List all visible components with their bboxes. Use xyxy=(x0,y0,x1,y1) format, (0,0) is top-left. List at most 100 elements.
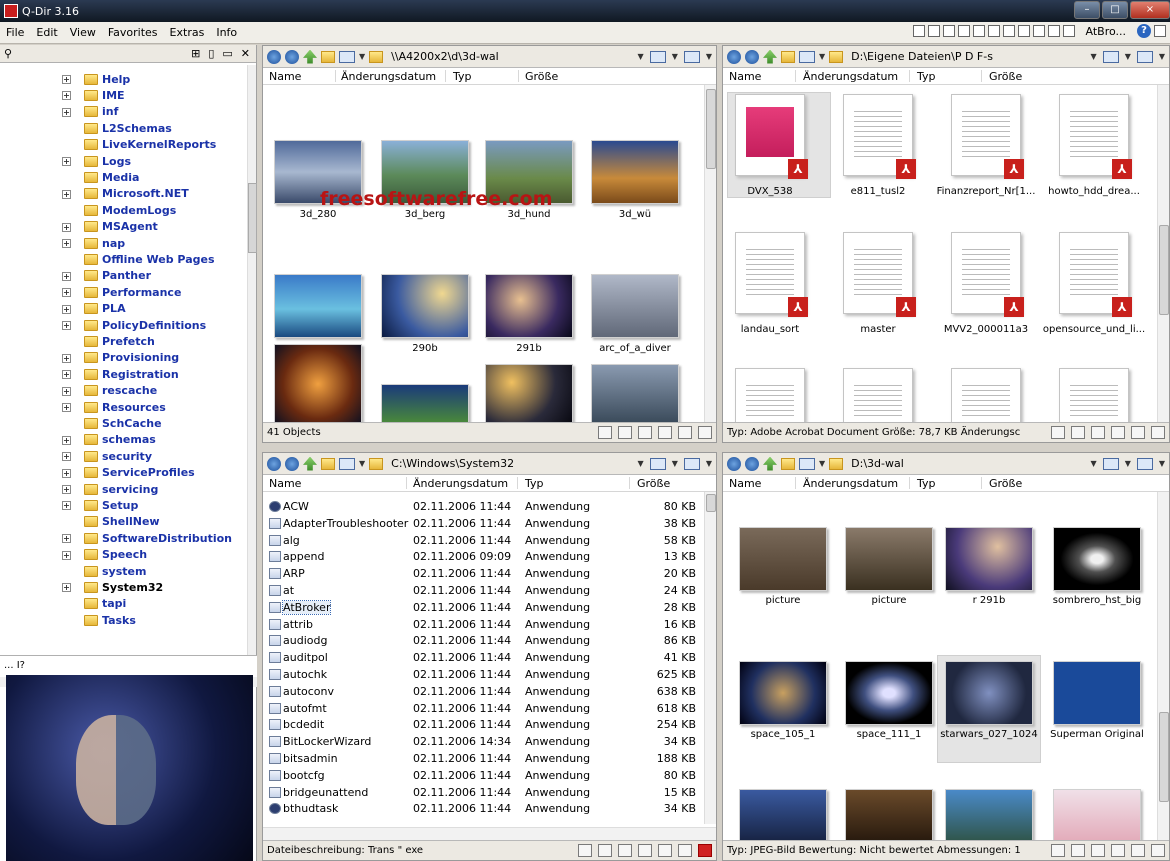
tree-item[interactable]: + Performance xyxy=(62,284,181,300)
refresh-icon[interactable] xyxy=(618,844,632,857)
copy-icon[interactable] xyxy=(658,426,672,439)
image-thumbnail[interactable] xyxy=(591,364,679,424)
cut-icon[interactable] xyxy=(1091,426,1105,439)
display-icon[interactable] xyxy=(649,50,666,63)
back-icon[interactable] xyxy=(727,456,741,471)
back-icon[interactable] xyxy=(267,49,281,64)
view-mode-icon[interactable] xyxy=(339,457,355,470)
tree-item[interactable]: + Microsoft.NET xyxy=(62,186,189,202)
up-icon[interactable] xyxy=(303,49,317,64)
tree-item[interactable]: L2Schemas xyxy=(84,120,172,136)
image-thumbnail[interactable] xyxy=(739,661,827,725)
tree-item[interactable]: + MSAgent xyxy=(62,219,158,235)
image-thumbnail[interactable] xyxy=(274,344,362,424)
forward-icon[interactable] xyxy=(285,456,299,471)
display-icon[interactable] xyxy=(1102,457,1119,470)
up-icon[interactable] xyxy=(303,456,317,471)
expand-icon[interactable]: + xyxy=(62,485,71,494)
tree-item[interactable]: + System32 xyxy=(62,579,163,595)
image-thumbnail[interactable] xyxy=(945,527,1033,591)
address-path[interactable]: C:\Windows\System32 xyxy=(391,457,514,470)
image-thumbnail[interactable] xyxy=(1053,661,1141,725)
pdf-thumbnail[interactable]: ⅄ xyxy=(735,232,808,317)
tree-item[interactable]: + Setup xyxy=(62,497,138,513)
col-size[interactable]: Größe xyxy=(637,477,670,490)
image-thumbnail[interactable] xyxy=(1053,527,1141,591)
file-row[interactable]: autoconv 02.11.2006 11:44 Anwendung 638 KB xyxy=(265,684,702,700)
tree-item[interactable]: Offline Web Pages xyxy=(84,251,215,267)
copy-icon[interactable] xyxy=(1111,844,1125,857)
forward-icon[interactable] xyxy=(745,49,759,64)
layout-icon[interactable] xyxy=(972,25,985,37)
expand-icon[interactable]: + xyxy=(62,583,71,593)
layout-icon[interactable] xyxy=(987,25,1000,37)
tree-item[interactable]: LiveKernelReports xyxy=(84,137,216,153)
expand-icon[interactable]: + xyxy=(62,353,71,363)
new-folder-icon[interactable] xyxy=(321,50,335,63)
layout-icon[interactable] xyxy=(927,25,940,37)
layout-icon[interactable] xyxy=(1017,25,1030,37)
paste-icon[interactable] xyxy=(1131,426,1145,439)
file-row[interactable]: bootcfg 02.11.2006 11:44 Anwendung 80 KB xyxy=(265,768,702,784)
file-row[interactable]: auditpol 02.11.2006 11:44 Anwendung 41 KB xyxy=(265,650,702,666)
layout-icon[interactable] xyxy=(1032,25,1045,37)
sort-up-icon[interactable] xyxy=(578,844,592,857)
tree-item[interactable]: + servicing xyxy=(62,481,158,497)
expand-icon[interactable]: + xyxy=(62,370,71,380)
pane-scrollbar[interactable] xyxy=(704,85,716,424)
image-thumbnail[interactable] xyxy=(591,274,679,338)
pdf-thumbnail[interactable]: ⅄ xyxy=(1059,232,1132,317)
tree-item[interactable]: + ServiceProfiles xyxy=(62,465,195,481)
image-thumbnail[interactable] xyxy=(381,274,469,338)
maximize-button[interactable]: □ xyxy=(1102,1,1128,19)
copy-icon[interactable] xyxy=(658,844,672,857)
copy-icon[interactable] xyxy=(1111,426,1125,439)
tree-item[interactable]: Media xyxy=(84,169,139,185)
expand-icon[interactable]: + xyxy=(62,91,71,101)
file-row[interactable]: bridgeunattend 02.11.2006 11:44 Anwendung 1… xyxy=(265,785,702,801)
layout-icon[interactable] xyxy=(912,25,925,37)
filter-icon[interactable] xyxy=(598,844,612,857)
image-thumbnail[interactable] xyxy=(485,274,573,338)
pdf-thumbnail[interactable] xyxy=(735,368,805,424)
image-thumbnail[interactable] xyxy=(845,661,933,725)
address-path[interactable]: D:\Eigene Dateien\P D F-s xyxy=(851,50,993,63)
tree-item[interactable]: + security xyxy=(62,448,152,464)
tree-item[interactable]: + Logs xyxy=(62,153,131,169)
tree-item[interactable]: ModemLogs xyxy=(84,202,176,218)
pdf-thumbnail[interactable]: ⅄ xyxy=(951,232,1024,317)
file-row[interactable]: bitsadmin 02.11.2006 11:44 Anwendung 188 KB xyxy=(265,751,702,767)
cut-icon[interactable] xyxy=(638,426,652,439)
cut-icon[interactable] xyxy=(1091,844,1105,857)
tree-item[interactable]: + inf xyxy=(62,104,118,120)
file-row[interactable]: bcdedit 02.11.2006 11:44 Anwendung 254 KB xyxy=(265,717,702,733)
tree-window-icon[interactable]: ▭ xyxy=(222,47,232,60)
layout-icon[interactable] xyxy=(942,25,955,37)
file-row[interactable]: AtBroker 02.11.2006 11:44 Anwendung 28 KB xyxy=(265,599,702,616)
expand-icon[interactable]: + xyxy=(62,386,71,396)
tree-item[interactable]: + Panther xyxy=(62,268,151,284)
tree-item[interactable]: tapi xyxy=(84,596,126,612)
close-button[interactable]: × xyxy=(1130,1,1170,19)
properties-icon[interactable] xyxy=(1151,844,1165,857)
settings-icon[interactable] xyxy=(1154,25,1166,37)
properties-icon[interactable] xyxy=(698,426,712,439)
expand-icon[interactable]: + xyxy=(62,157,71,166)
tree-item[interactable]: system xyxy=(84,563,146,579)
col-date[interactable]: Änderungsdatum xyxy=(341,70,436,83)
expand-icon[interactable]: + xyxy=(62,239,71,248)
sort-icon[interactable] xyxy=(1136,457,1153,470)
col-name[interactable]: Name xyxy=(729,477,761,490)
tree-item[interactable]: Tasks xyxy=(84,612,136,628)
col-size[interactable]: Größe xyxy=(989,70,1022,83)
image-thumbnail[interactable] xyxy=(485,364,573,424)
atbroker-dropdown[interactable]: AtBro... xyxy=(1086,25,1127,38)
pdf-thumbnail[interactable]: ⅄ xyxy=(735,94,808,179)
menu-extras[interactable]: Extras xyxy=(164,26,211,39)
tree-item[interactable]: + rescache xyxy=(62,383,157,399)
file-row[interactable]: ARP 02.11.2006 11:44 Anwendung 20 KB xyxy=(265,566,702,582)
display-icon[interactable] xyxy=(649,457,666,470)
new-folder-icon[interactable] xyxy=(781,50,795,63)
image-thumbnail[interactable] xyxy=(845,527,933,591)
tree-item[interactable]: + schemas xyxy=(62,432,156,448)
